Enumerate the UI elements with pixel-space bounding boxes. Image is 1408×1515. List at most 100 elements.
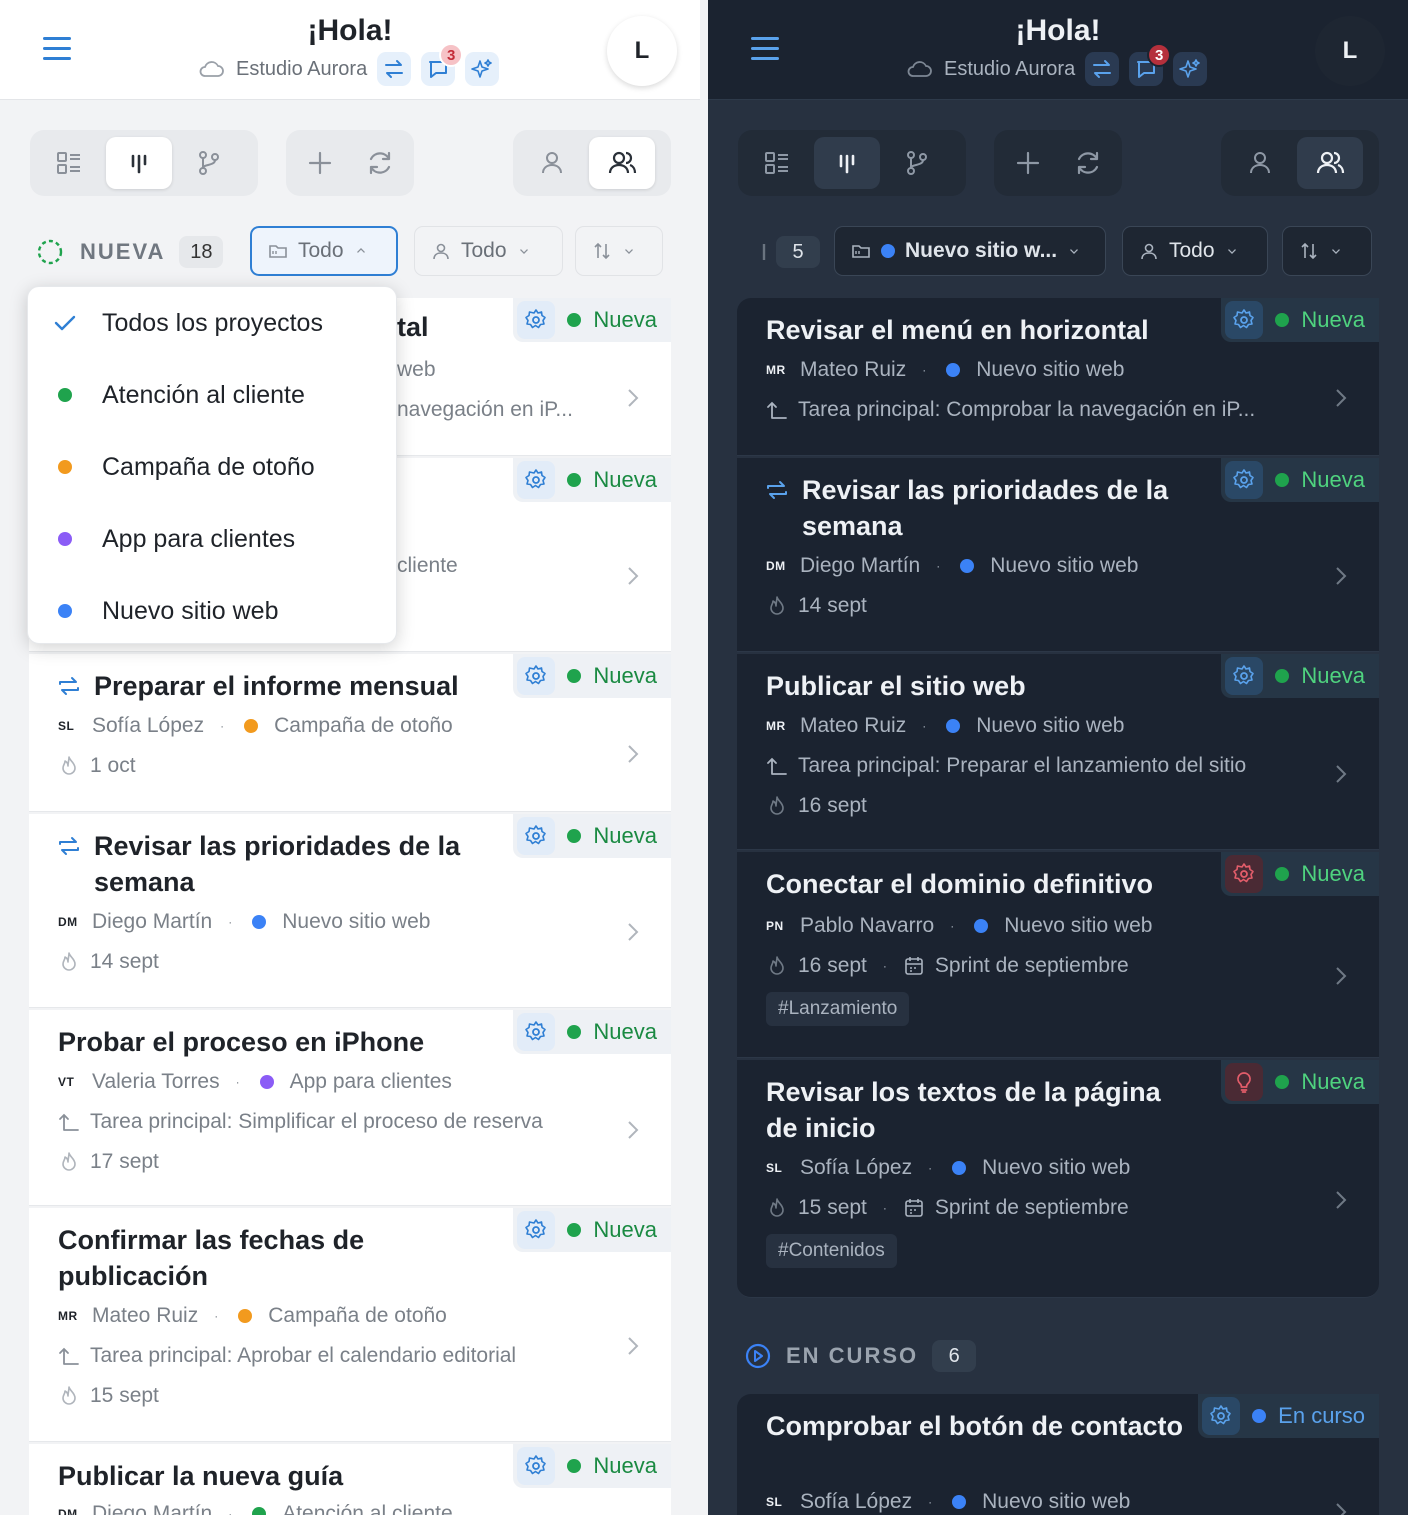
- messages-button[interactable]: 3: [421, 43, 464, 86]
- parent-task[interactable]: Tarea principal: Simplificar el proceso …: [90, 1110, 543, 1134]
- due-date: 14 sept: [798, 594, 867, 617]
- refresh-button[interactable]: [352, 137, 408, 189]
- switch-workspace-button[interactable]: [377, 52, 412, 86]
- menu-item-label: Campaña de otoño: [102, 452, 315, 481]
- menu-item-client-app[interactable]: App para clientes: [28, 503, 396, 575]
- chevron-right-icon[interactable]: [625, 920, 641, 944]
- assignee-name: Diego Martín: [92, 1502, 213, 1515]
- transfer-icon: [1093, 60, 1112, 78]
- task-title: Confirmar las fechas de publicación: [58, 1225, 365, 1291]
- plus-icon: [308, 151, 332, 175]
- gear-icon[interactable]: [1225, 855, 1264, 893]
- task-card[interactable]: Nueva Revisar el menú en horizontal MR Ma…: [737, 298, 1379, 456]
- gear-icon[interactable]: [1202, 1397, 1241, 1435]
- project-filter-dropdown[interactable]: Todo: [250, 226, 398, 276]
- ai-button[interactable]: [465, 52, 500, 86]
- workspace-name[interactable]: Estudio Aurora: [944, 58, 1075, 81]
- gear-icon[interactable]: [517, 1013, 556, 1051]
- task-card[interactable]: Nueva Publicar el sitio web MR Mateo Ruiz…: [737, 654, 1379, 850]
- user-icon: [1141, 243, 1157, 260]
- avatar[interactable]: L: [607, 16, 677, 86]
- task-card[interactable]: Nueva Confirmar las fechas de publicació…: [29, 1208, 671, 1442]
- my-tasks-button[interactable]: [519, 137, 585, 189]
- due-date: 15 sept: [90, 1384, 159, 1407]
- chevron-right-icon[interactable]: [1333, 564, 1349, 588]
- parent-task[interactable]: Tarea principal: Preparar el lanzamiento…: [798, 754, 1246, 778]
- menu-item-autumn-campaign[interactable]: Campaña de otoño: [28, 431, 396, 503]
- menu-item-new-website[interactable]: Nuevo sitio web: [28, 575, 396, 647]
- parent-task[interactable]: Tarea principal: Comprobar la navegación…: [798, 398, 1255, 422]
- add-task-button[interactable]: [292, 137, 348, 189]
- gear-icon[interactable]: [1225, 657, 1264, 695]
- sprint-name[interactable]: Sprint de septiembre: [935, 1196, 1129, 1220]
- sort-dropdown[interactable]: [575, 226, 663, 276]
- status-dot: [567, 1025, 582, 1039]
- sort-dropdown[interactable]: [1282, 226, 1372, 276]
- gear-icon[interactable]: [517, 461, 556, 499]
- my-tasks-button[interactable]: [1227, 137, 1293, 189]
- status-dot: [567, 473, 582, 487]
- bulb-icon[interactable]: [1225, 1063, 1264, 1101]
- cloud-icon: [199, 61, 224, 77]
- status-dot: [1275, 1075, 1290, 1089]
- task-card[interactable]: Nueva Revisar las prioridades de la sema…: [737, 458, 1379, 652]
- sprint-name[interactable]: Sprint de septiembre: [935, 954, 1129, 978]
- task-tag[interactable]: #Contenidos: [766, 1234, 897, 1268]
- task-card[interactable]: Nueva Revisar las prioridades de la sema…: [29, 814, 671, 1008]
- gear-icon[interactable]: [517, 1447, 556, 1485]
- task-card[interactable]: Nueva Revisar los textos de la página de…: [737, 1060, 1379, 1298]
- chevron-right-icon[interactable]: [1333, 1188, 1349, 1212]
- chevron-right-icon[interactable]: [625, 386, 641, 410]
- status-label: Nueva: [1301, 1069, 1365, 1094]
- chevron-right-icon[interactable]: [625, 1118, 641, 1142]
- person-filter-dropdown[interactable]: Todo: [414, 226, 563, 276]
- task-card[interactable]: Nueva Publicar la nueva guía DM Diego Mar…: [29, 1444, 671, 1515]
- team-tasks-button[interactable]: [1297, 137, 1363, 189]
- gear-icon[interactable]: [517, 301, 556, 339]
- add-task-button[interactable]: [1000, 137, 1056, 189]
- chevron-right-icon[interactable]: [625, 742, 641, 766]
- board-view-button[interactable]: [814, 137, 880, 189]
- avatar[interactable]: L: [1315, 16, 1385, 86]
- chevron-right-icon[interactable]: [1333, 762, 1349, 786]
- chevron-right-icon[interactable]: [625, 1334, 641, 1358]
- chevron-right-icon[interactable]: [1333, 964, 1349, 988]
- project-filter-dropdown[interactable]: Nuevo sitio w...: [834, 226, 1106, 276]
- project-dot: [974, 919, 989, 933]
- parent-task[interactable]: Tarea principal: Aprobar el calendario e…: [90, 1344, 516, 1368]
- chevron-right-icon[interactable]: [1333, 1500, 1349, 1515]
- gear-icon[interactable]: [517, 657, 556, 695]
- workspace-name[interactable]: Estudio Aurora: [236, 58, 367, 81]
- task-card[interactable]: En curso Comprobar el botón de contacto …: [737, 1394, 1379, 1515]
- project-name: Nuevo sitio web: [1004, 914, 1153, 937]
- person-filter-dropdown[interactable]: Todo: [1122, 226, 1268, 276]
- menu-item-all-projects[interactable]: Todos los proyectos: [28, 287, 396, 359]
- gear-icon[interactable]: [517, 817, 556, 855]
- app-header: ¡Hola! Estudio Aurora 3 L: [0, 0, 700, 100]
- branch-view-button[interactable]: [176, 137, 242, 189]
- list-view-button[interactable]: [744, 137, 810, 189]
- gear-icon[interactable]: [1225, 461, 1264, 499]
- task-meta: VT Valeria Torres · App para clientes: [58, 1070, 452, 1094]
- task-tag[interactable]: #Lanzamiento: [766, 992, 910, 1026]
- switch-workspace-button[interactable]: [1085, 52, 1120, 86]
- menu-item-customer-service[interactable]: Atención al cliente: [28, 359, 396, 431]
- ai-button[interactable]: [1173, 52, 1208, 86]
- branch-view-button[interactable]: [884, 137, 950, 189]
- list-view-button[interactable]: [36, 137, 102, 189]
- task-meta: SL Sofía López · Campaña de otoño: [58, 714, 453, 738]
- chevron-right-icon[interactable]: [625, 564, 641, 588]
- task-meta: MR Mateo Ruiz · Nuevo sitio web: [766, 358, 1124, 382]
- task-card[interactable]: Nueva Probar el proceso en iPhone VT Vale…: [29, 1010, 671, 1206]
- task-card[interactable]: Nueva Conectar el dominio definitivo PN P…: [737, 852, 1379, 1058]
- team-tasks-button[interactable]: [589, 137, 655, 189]
- separator: ·: [235, 1075, 240, 1089]
- chevron-right-icon[interactable]: [1333, 386, 1349, 410]
- assignee-name: Valeria Torres: [92, 1070, 220, 1093]
- board-view-button[interactable]: [106, 137, 172, 189]
- task-card[interactable]: Nueva Preparar el informe mensual SL Sofí…: [29, 654, 671, 812]
- messages-button[interactable]: 3: [1129, 43, 1172, 86]
- refresh-button[interactable]: [1060, 137, 1116, 189]
- gear-icon[interactable]: [1225, 301, 1264, 339]
- gear-icon[interactable]: [517, 1211, 556, 1249]
